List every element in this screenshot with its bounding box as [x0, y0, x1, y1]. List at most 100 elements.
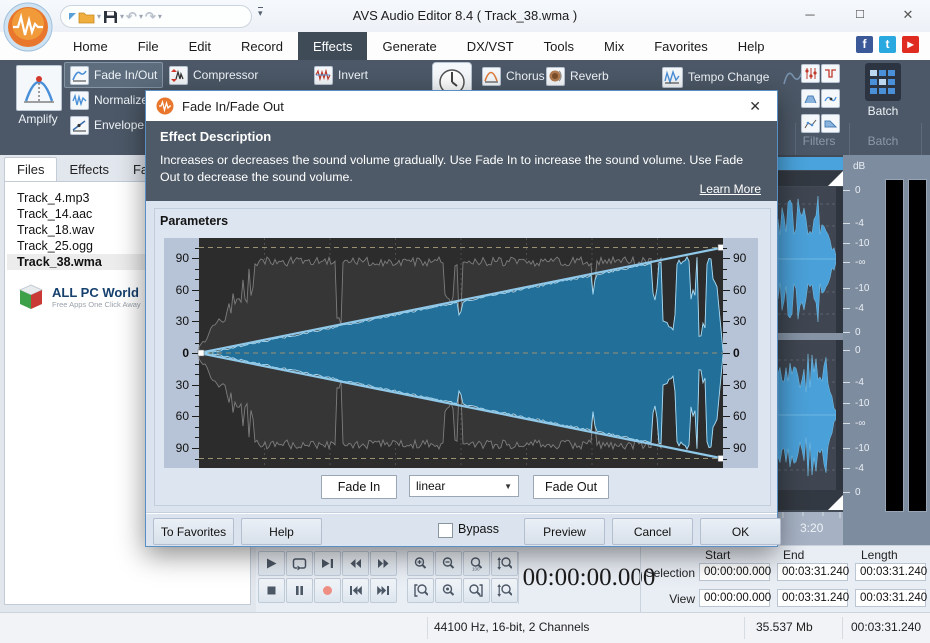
- pause-button[interactable]: [286, 578, 313, 603]
- chart-tick-label: 30: [176, 378, 189, 392]
- tempo-change-button[interactable]: Tempo Change: [656, 64, 775, 90]
- forward-button[interactable]: [370, 551, 397, 576]
- fade-chart-plot[interactable]: [199, 238, 723, 468]
- play-to-end-button[interactable]: [314, 551, 341, 576]
- menu-tab-tools[interactable]: Tools: [529, 32, 589, 60]
- chorus-icon: [482, 67, 501, 86]
- to-favorites-button[interactable]: To Favorites: [153, 518, 234, 545]
- menu-tab-home[interactable]: Home: [58, 32, 123, 60]
- bottom-panel: 100 00:00:00.000 StartEndLengthSelection…: [256, 545, 930, 612]
- facebook-icon[interactable]: f: [856, 36, 873, 53]
- selection-end-field[interactable]: 00:03:31.240: [777, 563, 848, 581]
- transport-row-1: 100: [258, 551, 518, 576]
- fade-in-button[interactable]: Fade In: [321, 475, 397, 499]
- db-scale-label: -10: [855, 238, 869, 249]
- filter-points-icon[interactable]: [801, 114, 820, 133]
- rewind-button[interactable]: [342, 551, 369, 576]
- view-end-field[interactable]: 00:03:31.240: [777, 589, 848, 607]
- pan-bar-top[interactable]: [778, 171, 843, 186]
- curve-type-select[interactable]: linear ▼: [409, 475, 519, 497]
- close-button[interactable]: ✕: [893, 5, 923, 25]
- chart-tick-label: 0: [733, 346, 740, 360]
- waveform-editor-edge: 3:20: [778, 155, 843, 545]
- amplify-label: Amplify: [10, 112, 66, 126]
- zoom-selection-button[interactable]: [435, 578, 462, 603]
- menu-tab-file[interactable]: File: [123, 32, 174, 60]
- dialog-close-icon[interactable]: ✕: [743, 98, 767, 115]
- filters-group-label: Filters: [793, 134, 845, 148]
- fade-in-out-button[interactable]: Fade In/Out: [64, 62, 163, 88]
- learn-more-link[interactable]: Learn More: [700, 182, 761, 196]
- panel-tab-files[interactable]: Files: [4, 157, 57, 182]
- normalize-button[interactable]: Normalize: [64, 87, 154, 113]
- chevron-down-icon: ▼: [504, 482, 518, 491]
- waveform-display[interactable]: [778, 187, 843, 490]
- chart-tick-label: 60: [176, 409, 189, 423]
- minimize-button[interactable]: ─: [795, 5, 825, 25]
- filter-eq-icon[interactable]: [801, 64, 820, 83]
- selection-start-field[interactable]: 00:00:00.000: [699, 563, 770, 581]
- db-scale-label: -10: [855, 398, 869, 409]
- menu-tab-mix[interactable]: Mix: [589, 32, 639, 60]
- help-button[interactable]: Help: [241, 518, 322, 545]
- menu-tab-favorites[interactable]: Favorites: [639, 32, 722, 60]
- timeline-ruler[interactable]: 3:20: [778, 512, 843, 545]
- filter-shelf-icon[interactable]: [821, 114, 840, 133]
- compressor-button[interactable]: Compressor: [163, 62, 264, 88]
- menu-tab-help[interactable]: Help: [723, 32, 780, 60]
- zoom-selection-end-button[interactable]: [463, 578, 490, 603]
- level-meter-right: [908, 179, 927, 512]
- bypass-label: Bypass: [458, 522, 499, 536]
- filter-bandpass-icon[interactable]: [801, 89, 820, 108]
- play-button[interactable]: [258, 551, 285, 576]
- menu-tab-dxvst[interactable]: DX/VST: [452, 32, 529, 60]
- envelope-button[interactable]: Envelope: [64, 112, 150, 138]
- filter-notch-icon[interactable]: [821, 64, 840, 83]
- ok-button[interactable]: OK: [700, 518, 781, 545]
- menu-tab-edit[interactable]: Edit: [174, 32, 226, 60]
- preview-button[interactable]: Preview: [524, 518, 605, 545]
- pan-bar-bottom[interactable]: [778, 490, 843, 510]
- filter-curve-icon[interactable]: [821, 89, 840, 108]
- cancel-button[interactable]: Cancel: [612, 518, 693, 545]
- reverb-button[interactable]: Reverb: [540, 63, 615, 89]
- go-to-end-button[interactable]: [370, 578, 397, 603]
- zoom-out-button[interactable]: [435, 551, 462, 576]
- zoom-selection-start-button[interactable]: [407, 578, 434, 603]
- selection-row-label: Selection: [643, 566, 695, 580]
- menu-tab-generate[interactable]: Generate: [367, 32, 451, 60]
- maximize-button[interactable]: ☐: [845, 5, 875, 25]
- panel-tab-effects[interactable]: Effects: [57, 158, 121, 182]
- position-header: Length: [861, 548, 898, 562]
- bypass-checkbox[interactable]: [438, 523, 453, 538]
- menu-tab-record[interactable]: Record: [226, 32, 298, 60]
- db-scale-label: -10: [855, 283, 869, 294]
- fade-icon: [70, 66, 89, 85]
- overview-bar[interactable]: [778, 157, 843, 170]
- app-logo-icon[interactable]: [3, 2, 53, 52]
- loop-button[interactable]: [286, 551, 313, 576]
- menu-bar: HomeFileEditRecordEffectsGenerateDX/VSTT…: [0, 32, 930, 60]
- status-bar: 44100 Hz, 16-bit, 2 Channels 35.537 Mb 0…: [0, 612, 930, 643]
- invert-button[interactable]: Invert: [308, 62, 374, 88]
- record-button[interactable]: [314, 578, 341, 603]
- chart-left-axis: 9060300306090: [164, 238, 199, 468]
- svg-text:100: 100: [472, 567, 480, 572]
- app-window: ▾ ▾ ↶ ▾ ↷ ▾ ▾ AVS Audio Editor 8.4 ( Tra…: [0, 0, 930, 643]
- go-to-start-button[interactable]: [342, 578, 369, 603]
- batch-button[interactable]: [865, 63, 901, 101]
- selection-length-field[interactable]: 00:03:31.240: [855, 563, 926, 581]
- view-start-field[interactable]: 00:00:00.000: [699, 589, 770, 607]
- zoom-100-button[interactable]: 100: [463, 551, 490, 576]
- stop-button[interactable]: [258, 578, 285, 603]
- youtube-icon[interactable]: ▸: [902, 36, 919, 53]
- zoom-vertical-button[interactable]: [491, 578, 518, 603]
- zoom-vertical-button[interactable]: [491, 551, 518, 576]
- view-length-field[interactable]: 00:03:31.240: [855, 589, 926, 607]
- twitter-icon[interactable]: t: [879, 36, 896, 53]
- menu-tab-effects[interactable]: Effects: [298, 32, 368, 60]
- chart-tick-label: 30: [733, 378, 746, 392]
- fade-out-button[interactable]: Fade Out: [533, 475, 609, 499]
- zoom-in-button[interactable]: [407, 551, 434, 576]
- amplify-button[interactable]: [16, 65, 62, 111]
